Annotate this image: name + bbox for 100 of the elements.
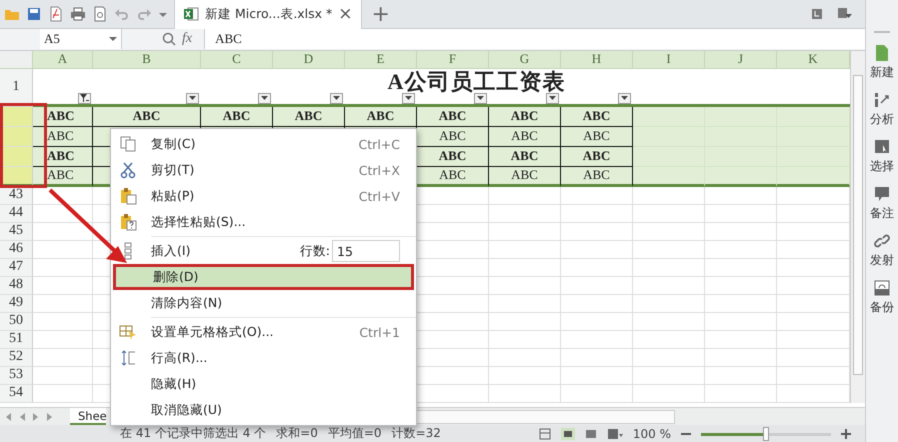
filter-button[interactable]	[330, 92, 343, 104]
vertical-scrollbar[interactable]	[853, 74, 863, 375]
row-header[interactable]: 50	[0, 312, 33, 331]
column-header[interactable]: H	[561, 50, 633, 69]
table-cell	[489, 276, 561, 295]
column-header[interactable]: D	[273, 50, 345, 69]
table-cell	[705, 258, 777, 277]
table-cell	[633, 276, 705, 295]
side-panel-button[interactable]: 分析	[870, 91, 894, 128]
zoom-level: 100 %	[632, 426, 671, 440]
pdf-icon[interactable]	[48, 6, 64, 22]
filter-button[interactable]	[474, 92, 487, 104]
table-cell	[633, 312, 705, 331]
menu-item[interactable]: 隐藏(H)	[111, 371, 416, 397]
column-header[interactable]: K	[777, 50, 850, 69]
column-header[interactable]: G	[489, 50, 561, 69]
side-panel-button[interactable]: 新建	[870, 44, 894, 81]
table-cell	[705, 366, 777, 385]
menu-item[interactable]: 插入(I)	[151, 242, 300, 260]
table-cell: ABC	[489, 106, 561, 127]
document-tab[interactable]: 新建 Micro...表.xlsx * ×	[174, 0, 362, 28]
column-header[interactable]: B	[93, 50, 201, 69]
table-cell	[489, 204, 561, 223]
column-header[interactable]: F	[417, 50, 489, 69]
table-cell	[489, 294, 561, 313]
column-header[interactable]: A	[33, 50, 93, 69]
table-cell	[633, 186, 705, 205]
row-header[interactable]: 54	[0, 384, 33, 403]
table-cell	[633, 106, 705, 127]
table-cell	[489, 348, 561, 367]
caret-icon	[549, 96, 556, 100]
table-cell	[489, 222, 561, 241]
page-break-view-icon[interactable]	[584, 428, 597, 440]
row-header[interactable]: 51	[0, 330, 33, 349]
row-count-field[interactable]: 15	[332, 240, 400, 262]
filter-button[interactable]	[78, 92, 91, 104]
side-panel-button[interactable]: 发射	[870, 232, 894, 269]
analysis-icon	[873, 91, 891, 109]
menu-item[interactable]: 清除内容(N)	[111, 290, 416, 316]
table-cell	[633, 366, 705, 385]
table-cell	[489, 258, 561, 277]
table-cell: ABC	[561, 166, 633, 187]
name-box[interactable]: A5	[40, 29, 122, 50]
side-panel-button[interactable]: 备注	[870, 185, 894, 222]
column-header[interactable]: J	[705, 50, 777, 69]
print-preview-icon[interactable]	[92, 6, 108, 22]
side-panel-button[interactable]: 选择	[870, 138, 894, 175]
row-header[interactable]: 53	[0, 366, 33, 385]
window-restore-icon[interactable]	[811, 8, 823, 20]
filter-button[interactable]	[258, 92, 271, 104]
table-cell: ABC	[561, 126, 633, 147]
tab-title: 新建 Micro...表.xlsx *	[205, 6, 332, 22]
filter-button[interactable]	[546, 92, 559, 104]
spreadsheet-file-icon	[183, 6, 199, 22]
menu-item[interactable]: 删除(D)	[113, 264, 414, 290]
reading-view-icon[interactable]	[606, 428, 623, 440]
menu-item[interactable]: 行高(R)...	[111, 345, 416, 371]
side-panel-button[interactable]: 备份	[870, 279, 894, 316]
filter-button[interactable]	[618, 92, 631, 104]
new-tab-button[interactable]: +	[372, 2, 390, 26]
table-cell	[705, 204, 777, 223]
row-header[interactable]: 47	[0, 258, 33, 277]
save-icon[interactable]	[26, 6, 42, 22]
print-icon[interactable]	[70, 6, 86, 22]
row-header[interactable]: 48	[0, 276, 33, 295]
table-cell: ABC	[33, 126, 93, 147]
row-header[interactable]: 46	[0, 240, 33, 259]
zoom-search-icon[interactable]	[162, 32, 176, 46]
row-header[interactable]: 49	[0, 294, 33, 313]
table-cell: ABC	[417, 146, 489, 167]
grid-view-icon[interactable]	[560, 428, 575, 440]
column-header[interactable]: E	[345, 50, 417, 69]
normal-view-icon[interactable]	[538, 428, 551, 440]
formula-input[interactable]: ABC	[204, 29, 865, 50]
row-header[interactable]: 45	[0, 222, 33, 241]
table-cell: ABC	[417, 166, 489, 187]
menu-item[interactable]: 剪切(T) Ctrl+X	[111, 157, 416, 183]
window-menu-icon[interactable]	[837, 7, 853, 21]
row-header[interactable]: 52	[0, 348, 33, 367]
function-button[interactable]: fx	[182, 31, 192, 48]
caret-icon[interactable]	[109, 35, 117, 44]
column-header[interactable]: I	[633, 50, 705, 69]
menu-item[interactable]: 设置单元格格式(O)... Ctrl+1	[111, 319, 416, 345]
table-cell	[705, 384, 777, 403]
caret-icon	[261, 96, 268, 100]
filter-button[interactable]	[402, 92, 415, 104]
close-tab-button[interactable]: ×	[338, 4, 353, 24]
table-cell	[705, 294, 777, 313]
slider-thumb[interactable]	[763, 426, 769, 440]
column-header[interactable]: C	[201, 50, 273, 69]
filter-button[interactable]	[186, 92, 199, 104]
row-header[interactable]: 44	[0, 204, 33, 223]
menu-item[interactable]: 复制(C) Ctrl+C	[111, 131, 416, 157]
menu-item[interactable]: 选择性粘贴(S)...	[111, 209, 416, 235]
menu-item[interactable]: 取消隐藏(U)	[111, 397, 416, 423]
sheet-tab[interactable]: Shee	[70, 408, 106, 425]
plus-icon[interactable]	[841, 428, 851, 438]
cloud-box-icon	[873, 279, 891, 297]
menu-item[interactable]: 粘贴(P) Ctrl+V	[111, 183, 416, 209]
zoom-slider[interactable]	[701, 426, 831, 440]
